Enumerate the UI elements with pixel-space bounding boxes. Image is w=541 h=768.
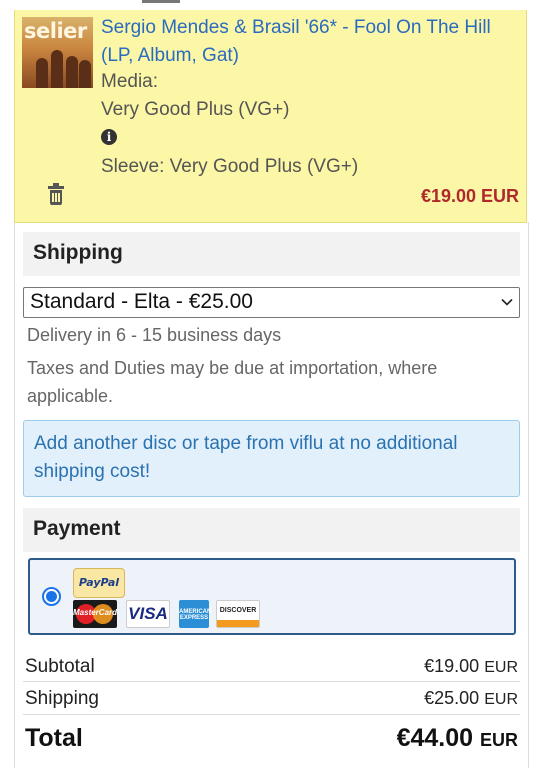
subtotal-value: €19.00 EUR: [424, 656, 518, 676]
trash-stripe: [58, 193, 60, 202]
shipping-method-select[interactable]: Standard - Elta - €25.00: [23, 287, 520, 318]
divider: [23, 714, 520, 715]
item-title-link[interactable]: Sergio Mendes & Brasil '66* - Fool On Th…: [101, 14, 521, 70]
delivery-estimate: Delivery in 6 - 15 business days: [27, 325, 282, 345]
sleeve-condition: Sleeve: Very Good Plus (VG+): [101, 156, 359, 177]
trash-can: [50, 190, 62, 205]
amex-logo: AMERICAN EXPRESS: [179, 600, 211, 628]
shipping-cost-label: Shipping: [25, 688, 99, 709]
item-price: €19.00 EUR: [420, 186, 519, 206]
scroll-indicator: [142, 0, 180, 3]
chevron-down-icon: [501, 298, 513, 306]
shipping-section-header: Shipping: [23, 232, 520, 276]
combine-shipping-notice: Add another disc or tape from viflu at n…: [23, 420, 520, 497]
cover-figure: [51, 50, 63, 88]
total-value: €44.00 EUR: [396, 724, 518, 752]
shipping-heading: Shipping: [33, 241, 123, 264]
subtotal-label: Subtotal: [25, 656, 95, 677]
cover-title-art: selier: [24, 19, 87, 43]
album-cover-image[interactable]: selier: [22, 17, 93, 88]
total-label: Total: [25, 724, 83, 752]
divider: [23, 681, 520, 682]
checkout-panel: Shipping Standard - Elta - €25.00 Delive…: [14, 222, 529, 768]
shipping-cost-value: €25.00 EUR: [424, 688, 518, 708]
payment-radio-selected[interactable]: [42, 587, 61, 606]
trash-lid: [48, 186, 64, 189]
cart-item: selier Sergio Mendes & Brasil '66* - Foo…: [14, 10, 527, 223]
shipping-select-value: Standard - Elta - €25.00: [30, 290, 253, 313]
info-icon[interactable]: i: [101, 129, 117, 145]
media-label: Media:: [101, 71, 159, 92]
notice-text: Add another disc or tape from viflu at n…: [34, 433, 458, 482]
cover-figure: [66, 56, 78, 88]
visa-logo: VISA: [126, 600, 170, 628]
payment-option-paypal[interactable]: PayPal MasterCard VISA AMERICAN EXPRESS …: [28, 558, 516, 635]
paypal-logo: PayPal: [73, 568, 125, 598]
payment-section-header: Payment: [23, 508, 520, 552]
mastercard-logo: MasterCard: [73, 600, 117, 628]
cover-figure: [36, 58, 48, 88]
media-condition: Very Good Plus (VG+): [101, 99, 290, 120]
trash-stripe: [55, 193, 57, 202]
taxes-note: Taxes and Duties may be due at importati…: [27, 358, 438, 406]
trash-icon[interactable]: [48, 183, 64, 206]
cover-figure: [79, 60, 91, 88]
payment-heading: Payment: [33, 517, 121, 540]
trash-stripe: [52, 193, 54, 202]
discover-logo: DISCOVER: [216, 600, 260, 628]
